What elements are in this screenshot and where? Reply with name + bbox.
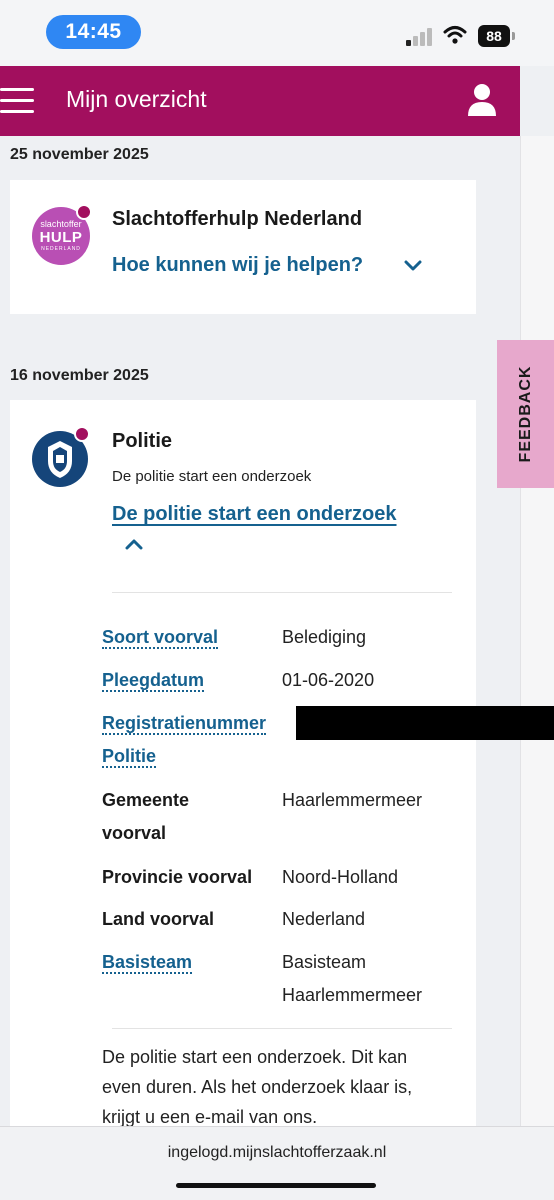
cellular-signal-icon — [406, 28, 434, 46]
value-land-voorval: Nederland — [282, 909, 366, 929]
menu-icon[interactable] — [0, 84, 34, 118]
card-subtitle: De politie start een onderzoek — [112, 468, 312, 485]
value-basisteam: Basisteam Haarlemmermeer — [282, 952, 423, 1005]
wifi-icon — [443, 26, 467, 44]
status-bar: 14:45 88 — [0, 0, 554, 66]
value-soort-voorval: Belediging — [282, 627, 367, 647]
app-header: Mijn overzicht — [0, 66, 520, 136]
browser-url-bar[interactable]: ingelogd.mijnslachtofferzaak.nl — [0, 1126, 554, 1200]
url-text[interactable]: ingelogd.mijnslachtofferzaak.nl — [0, 1144, 554, 1162]
redacted-value — [296, 706, 554, 740]
divider — [112, 1028, 452, 1029]
value-gemeente-voorval: Haarlemmermeer — [282, 790, 423, 810]
home-indicator[interactable] — [176, 1183, 376, 1188]
notification-dot — [74, 426, 90, 442]
card-body-text: De politie start een onderzoek. Dit kan … — [102, 1047, 413, 1127]
chevron-up-icon[interactable] — [125, 538, 143, 550]
label-basisteam[interactable]: Basisteam — [102, 946, 193, 979]
org-title: Slachtofferhulp Nederland — [112, 208, 363, 230]
timeline-date: 25 november 2025 — [10, 146, 149, 163]
chevron-down-icon[interactable] — [404, 260, 422, 272]
label-pleegdatum[interactable]: Pleegdatum — [102, 664, 205, 697]
scrollbar-track[interactable] — [520, 136, 554, 1126]
notification-dot — [76, 204, 92, 220]
divider — [112, 592, 452, 593]
value-pleegdatum: 01-06-2020 — [282, 670, 375, 690]
value-provincie-voorval: Noord-Holland — [282, 867, 399, 887]
battery-icon: 88 — [478, 25, 510, 47]
label-provincie-voorval: Provincie voorval — [102, 867, 253, 887]
timeline-date: 16 november 2025 — [10, 367, 149, 384]
user-account-icon[interactable] — [466, 83, 498, 117]
help-dropdown-link[interactable]: Hoe kunnen wij je helpen? — [112, 254, 363, 277]
feedback-label[interactable]: FEEDBACK — [517, 366, 535, 463]
status-time: 14:45 — [46, 15, 141, 49]
label-gemeente-voorval: Gemeente voorval — [102, 790, 190, 843]
label-land-voorval: Land voorval — [102, 909, 215, 929]
onderzoek-toggle-link[interactable]: De politie start een onderzoek — [112, 503, 397, 526]
page-title: Mijn overzicht — [66, 86, 207, 112]
timeline-card-slachtofferhulp: slachtoffer HULP NEDERLAND Slachtofferhu… — [10, 180, 476, 314]
label-registratienummer[interactable]: Registratienummer Politie — [102, 707, 267, 773]
battery-tip — [512, 32, 515, 40]
org-title: Politie — [112, 430, 173, 452]
label-soort-voorval[interactable]: Soort voorval — [102, 621, 219, 654]
